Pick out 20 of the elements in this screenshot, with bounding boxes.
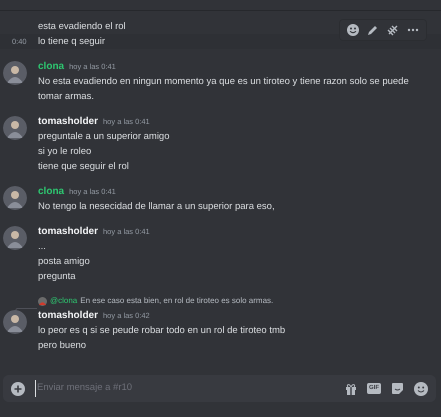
message-text: pero bueno: [38, 339, 86, 353]
message-row[interactable]: esta evadiendo el rol: [0, 19, 441, 34]
message-input[interactable]: Enviar mensaje a #r10: [35, 380, 335, 397]
message-text: pregunta: [38, 270, 76, 284]
message-text: si yo le roleo: [38, 145, 92, 159]
message-text: ...: [38, 240, 46, 254]
username[interactable]: tomasholder: [38, 310, 98, 321]
username[interactable]: clona: [38, 186, 64, 197]
message-text: lo peor es q si se peude robar todo en un rol de tiroteo tmb: [38, 324, 286, 338]
message-text: No tengo la nesecidad de llamar a un superior para eso,: [38, 200, 275, 214]
username[interactable]: tomasholder: [38, 116, 98, 127]
message-text: posta amigo: [38, 255, 90, 269]
message-text: tiene que seguir el rol: [38, 160, 129, 174]
username[interactable]: clona: [38, 61, 64, 72]
message-text: preguntale a un superior amigo: [38, 130, 170, 144]
message-text: esta evadiendo el rol: [38, 20, 126, 34]
message-text: No esta evadiendo en ningun momento ya que es un tiroteo y tiene razon solo se puede tomar armas.: [38, 75, 410, 104]
reply-preview[interactable]: @clona En ese caso esta bien, en rol de tiroteo es solo armas.: [50, 294, 274, 308]
username[interactable]: tomasholder: [38, 226, 98, 237]
message-text: lo tiene q seguir: [38, 35, 106, 49]
